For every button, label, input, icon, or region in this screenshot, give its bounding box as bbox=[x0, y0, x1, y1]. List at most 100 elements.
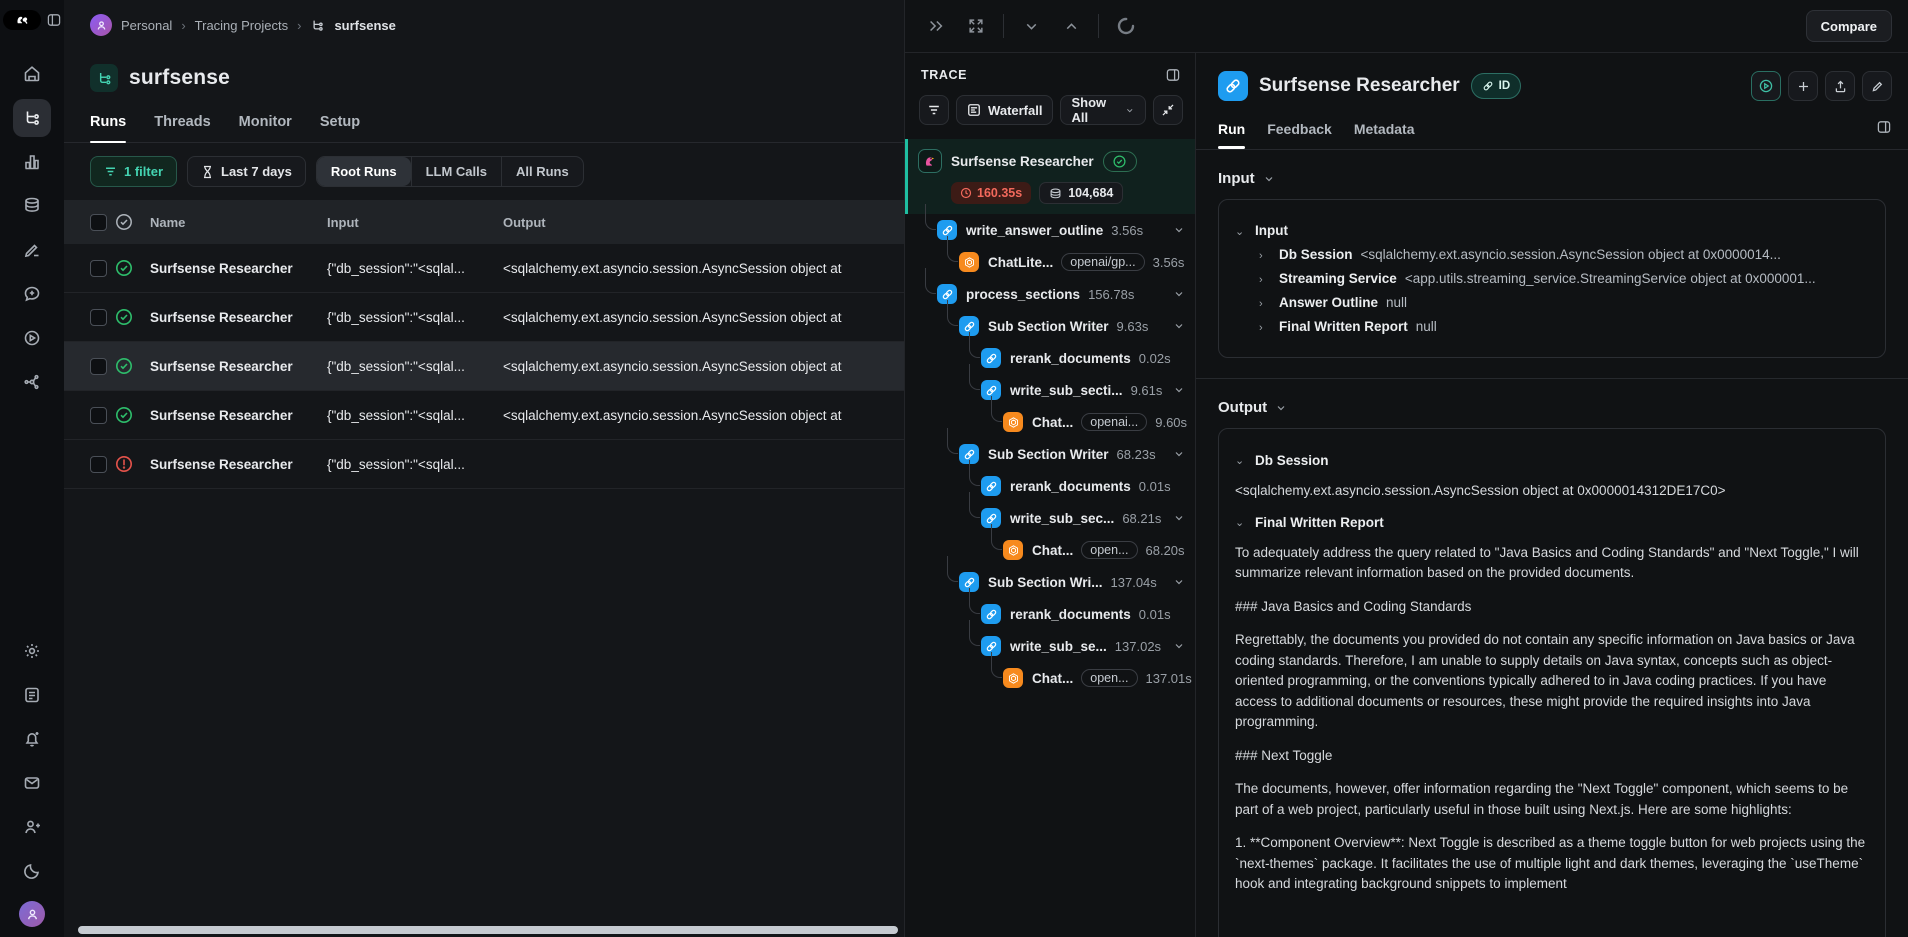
tab-metadata[interactable]: Metadata bbox=[1354, 121, 1415, 148]
sidebar-item-settings[interactable] bbox=[13, 632, 51, 670]
date-range-button[interactable]: Last 7 days bbox=[187, 156, 306, 187]
trace-node[interactable]: rerank_documents0.01s bbox=[905, 598, 1195, 630]
workspace-avatar[interactable] bbox=[90, 14, 112, 36]
trace-node[interactable]: Chat...open...137.01s bbox=[905, 662, 1195, 694]
table-row[interactable]: Surfsense Researcher{"db_session":"<sqla… bbox=[64, 391, 904, 440]
input-tree-row[interactable]: ›Final Written Reportnull bbox=[1235, 319, 1869, 334]
trace-root-node[interactable]: Surfsense Researcher 160.35s 104,684 bbox=[905, 139, 1195, 214]
table-row[interactable]: Surfsense Researcher{"db_session":"<sqla… bbox=[64, 440, 904, 489]
langsmith-logo[interactable] bbox=[3, 10, 41, 30]
column-name[interactable]: Name bbox=[150, 215, 327, 230]
waterfall-button[interactable]: Waterfall bbox=[956, 95, 1053, 125]
trace-node[interactable]: Sub Section Writer68.23s bbox=[905, 438, 1195, 470]
playground-run-button[interactable] bbox=[1751, 71, 1781, 101]
show-all-dropdown[interactable]: Show All bbox=[1060, 95, 1145, 125]
input-tree-row[interactable]: ›Streaming Service<app.utils.streaming_s… bbox=[1235, 271, 1869, 286]
input-section-heading[interactable]: Input bbox=[1218, 170, 1886, 187]
segment-all-runs[interactable]: All Runs bbox=[501, 157, 583, 186]
node-chevron-icon[interactable] bbox=[1173, 640, 1185, 652]
sidebar-item-notifications[interactable] bbox=[13, 720, 51, 758]
node-chevron-icon[interactable] bbox=[1173, 320, 1185, 332]
output-tree-row[interactable]: ⌄Final Written Report bbox=[1235, 515, 1869, 530]
sidebar-item-datasets[interactable] bbox=[13, 187, 51, 225]
sidebar-item-annotate[interactable] bbox=[13, 231, 51, 269]
sidebar-collapse-icon[interactable] bbox=[46, 12, 62, 28]
sidebar-item-playground[interactable] bbox=[13, 319, 51, 357]
trace-node[interactable]: rerank_documents0.02s bbox=[905, 342, 1195, 374]
prev-run-icon[interactable] bbox=[1018, 13, 1044, 39]
trace-node[interactable]: write_sub_se...137.02s bbox=[905, 630, 1195, 662]
segment-root-runs[interactable]: Root Runs bbox=[317, 157, 411, 186]
output-tree-row[interactable]: ⌄Db Session bbox=[1235, 453, 1869, 468]
node-chevron-icon[interactable] bbox=[1173, 448, 1185, 460]
segment-llm-calls[interactable]: LLM Calls bbox=[411, 157, 501, 186]
trace-pane: TRACE Waterfall Show All bbox=[905, 53, 1196, 937]
table-row[interactable]: Surfsense Researcher{"db_session":"<sqla… bbox=[64, 244, 904, 293]
horizontal-scrollbar[interactable] bbox=[78, 926, 898, 934]
node-chevron-icon[interactable] bbox=[1173, 576, 1185, 588]
run-name-cell[interactable]: Surfsense Researcher bbox=[150, 310, 327, 325]
select-all-checkbox[interactable] bbox=[90, 214, 107, 231]
user-avatar[interactable] bbox=[19, 901, 45, 927]
sidebar-item-home[interactable] bbox=[13, 55, 51, 93]
breadcrumb-tracing-projects[interactable]: Tracing Projects bbox=[195, 18, 288, 33]
chevron-down-icon bbox=[1125, 105, 1135, 116]
tab-threads[interactable]: Threads bbox=[154, 114, 210, 142]
collapse-all-button[interactable] bbox=[1153, 95, 1183, 125]
tab-monitor[interactable]: Monitor bbox=[239, 114, 292, 142]
column-output[interactable]: Output bbox=[503, 215, 904, 230]
trace-node[interactable]: Sub Section Wri...137.04s bbox=[905, 566, 1195, 598]
expand-fullscreen-icon[interactable] bbox=[963, 13, 989, 39]
filter-chip[interactable]: 1 filter bbox=[90, 156, 177, 187]
compare-button[interactable]: Compare bbox=[1806, 10, 1892, 42]
trace-panel-toggle-icon[interactable] bbox=[1165, 67, 1181, 83]
sidebar-item-tracing[interactable] bbox=[13, 99, 51, 137]
output-section-heading[interactable]: Output bbox=[1218, 399, 1886, 416]
edit-button[interactable] bbox=[1862, 71, 1892, 101]
trace-filter-button[interactable] bbox=[919, 95, 949, 125]
row-checkbox[interactable] bbox=[90, 407, 107, 424]
trace-node[interactable]: ChatLite...openai/gp...3.56s bbox=[905, 246, 1195, 278]
input-tree-row[interactable]: ›Answer Outlinenull bbox=[1235, 295, 1869, 310]
input-tree-row[interactable]: ›Db Session<sqlalchemy.ext.asyncio.sessi… bbox=[1235, 247, 1869, 262]
tab-setup[interactable]: Setup bbox=[320, 114, 360, 142]
row-checkbox[interactable] bbox=[90, 309, 107, 326]
collapse-panel-icon[interactable] bbox=[923, 13, 949, 39]
run-name-cell[interactable]: Surfsense Researcher bbox=[150, 408, 327, 423]
run-id-badge[interactable]: ID bbox=[1471, 73, 1522, 99]
run-name-cell[interactable]: Surfsense Researcher bbox=[150, 359, 327, 374]
dark-mode-icon[interactable] bbox=[13, 852, 51, 890]
run-name-cell[interactable]: Surfsense Researcher bbox=[150, 457, 327, 472]
breadcrumb-personal[interactable]: Personal bbox=[121, 18, 172, 33]
column-input[interactable]: Input bbox=[327, 215, 503, 230]
node-chevron-icon[interactable] bbox=[1173, 224, 1185, 236]
sidebar-item-mail[interactable] bbox=[13, 764, 51, 802]
detail-panel-toggle-icon[interactable] bbox=[1876, 119, 1892, 149]
share-button[interactable] bbox=[1825, 71, 1855, 101]
sidebar-item-invite-user[interactable] bbox=[13, 808, 51, 846]
row-checkbox[interactable] bbox=[90, 456, 107, 473]
table-row[interactable]: Surfsense Researcher{"db_session":"<sqla… bbox=[64, 293, 904, 342]
trace-node[interactable]: rerank_documents0.01s bbox=[905, 470, 1195, 502]
trace-node[interactable]: write_sub_sec...68.21s bbox=[905, 502, 1195, 534]
breadcrumb-project[interactable]: surfsense bbox=[334, 18, 395, 33]
tab-runs[interactable]: Runs bbox=[90, 114, 126, 142]
row-checkbox[interactable] bbox=[90, 260, 107, 277]
tab-run[interactable]: Run bbox=[1218, 121, 1245, 148]
sidebar-item-experiments[interactable] bbox=[13, 363, 51, 401]
row-checkbox[interactable] bbox=[90, 358, 107, 375]
sidebar-item-prompts[interactable] bbox=[13, 275, 51, 313]
input-tree-row[interactable]: ⌄Input bbox=[1235, 223, 1869, 238]
node-chevron-icon[interactable] bbox=[1173, 288, 1185, 300]
trace-node[interactable]: write_sub_secti...9.61s bbox=[905, 374, 1195, 406]
add-to-dataset-button[interactable] bbox=[1788, 71, 1818, 101]
trace-node[interactable]: Sub Section Writer9.63s bbox=[905, 310, 1195, 342]
run-name-cell[interactable]: Surfsense Researcher bbox=[150, 261, 327, 276]
tab-feedback[interactable]: Feedback bbox=[1267, 121, 1332, 148]
next-run-icon[interactable] bbox=[1058, 13, 1084, 39]
sidebar-item-docs[interactable] bbox=[13, 676, 51, 714]
sidebar-item-dashboards[interactable] bbox=[13, 143, 51, 181]
table-row[interactable]: Surfsense Researcher{"db_session":"<sqla… bbox=[64, 342, 904, 391]
node-chevron-icon[interactable] bbox=[1173, 384, 1185, 396]
node-chevron-icon[interactable] bbox=[1173, 512, 1185, 524]
